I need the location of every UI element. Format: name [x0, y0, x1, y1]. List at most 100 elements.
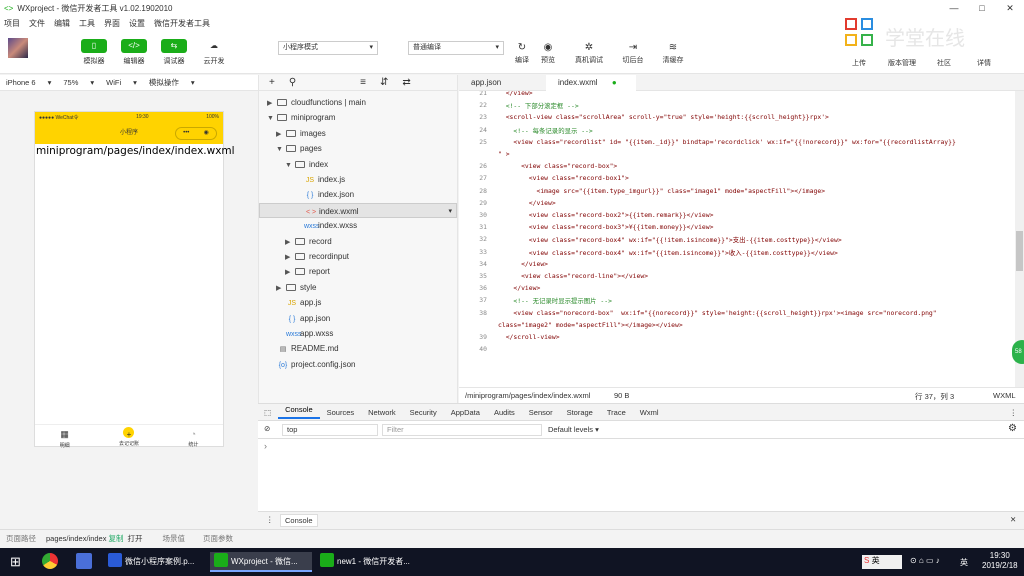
taskbar-item-new1[interactable]: new1 - 微信开发者... — [316, 552, 418, 572]
code-line[interactable]: </view> — [498, 284, 540, 292]
console-prompt[interactable]: › — [264, 441, 267, 451]
tree-item[interactable]: ▶ report — [285, 264, 330, 279]
filter-input[interactable]: Filter — [382, 424, 542, 436]
code-line[interactable]: <image src="{{item.type_imgurl}}" class=… — [498, 187, 825, 195]
tab-network[interactable]: Network — [361, 408, 403, 417]
network-select[interactable]: WiFi — [100, 78, 127, 87]
tab-wxml[interactable]: Wxml — [633, 408, 666, 417]
preview-button[interactable]: ◉ 预览 — [531, 41, 565, 65]
menu-file[interactable]: 文件 — [29, 18, 45, 29]
operation-select[interactable]: 模拟操作 — [143, 77, 185, 88]
code-line[interactable]: <!-- 每条记录的显示 --> — [498, 126, 592, 135]
code-editor[interactable]: 21 </view> 22 <!-- 下部分滚定框 --> 23 <scroll-v… — [459, 91, 1015, 387]
menu-settings[interactable]: 设置 — [129, 18, 145, 29]
code-line[interactable]: <!-- 无记录时显示提示图片 --> — [498, 296, 612, 305]
tree-arrow-icon[interactable]: ▶ — [285, 235, 295, 250]
zoom-select[interactable]: 75% — [57, 78, 84, 87]
drawer-tab-console[interactable]: Console — [280, 514, 318, 527]
tree-item[interactable]: ▤ README.md — [267, 341, 339, 356]
tab-console[interactable]: Console — [278, 405, 320, 419]
console-output[interactable]: › — [258, 439, 1024, 511]
search-icon[interactable]: ⚲ — [289, 77, 296, 88]
tab-trace[interactable]: Trace — [600, 408, 633, 417]
tree-item[interactable]: < > index.wxml — [259, 202, 457, 219]
code-line[interactable]: <view class="norecord-box" wx:if="{{nore… — [498, 309, 936, 317]
tree-item[interactable]: ▼ index — [285, 157, 328, 172]
cursor-position[interactable]: 行 37，列 3 — [915, 391, 954, 402]
code-line[interactable]: <view class="record-box1"> — [498, 174, 629, 182]
tab-sensor[interactable]: Sensor — [522, 408, 560, 417]
tree-arrow-icon[interactable]: ▶ — [285, 265, 295, 280]
tree-item[interactable]: ▶ images — [276, 126, 326, 141]
tree-item[interactable]: ▶ cloudfunctions | main — [267, 95, 366, 110]
menu-project[interactable]: 项目 — [4, 18, 20, 29]
sort-icon[interactable]: ⇵ — [380, 77, 388, 88]
device-select[interactable]: iPhone 6 — [0, 78, 42, 87]
list-icon[interactable]: ≡ — [360, 77, 366, 88]
tree-item[interactable]: { } index.json — [294, 187, 354, 202]
tray-ime[interactable]: 英 — [960, 557, 968, 568]
tree-item[interactable]: JS index.js — [294, 172, 345, 187]
add-icon[interactable]: + — [269, 77, 275, 88]
windows-start-icon[interactable]: ⊞ — [10, 554, 21, 570]
code-line[interactable]: <view class="record-box2">{{item.remark}… — [498, 211, 714, 219]
more-vert-icon[interactable]: ⋮ — [1003, 408, 1024, 417]
menu-edit[interactable]: 编辑 — [54, 18, 70, 29]
cloud-dev-button[interactable]: ☁ 云开发 — [194, 39, 234, 66]
code-line[interactable]: </view> — [498, 199, 556, 207]
minimize-button[interactable]: — — [940, 3, 968, 14]
menu-tools[interactable]: 工具 — [79, 18, 95, 29]
close-drawer-icon[interactable]: ✕ — [1010, 515, 1016, 524]
code-line[interactable]: </view> — [498, 260, 548, 268]
clear-console-icon[interactable]: ⊘ — [264, 424, 270, 433]
levels-select[interactable]: Default levels ▾ — [548, 425, 599, 434]
ime-indicator[interactable]: S 英 — [862, 555, 902, 569]
code-line[interactable]: </scroll-view> — [498, 333, 560, 341]
inspect-icon[interactable]: ⬚ — [258, 408, 278, 417]
tree-item[interactable]: {o} project.config.json — [267, 357, 356, 372]
code-line[interactable]: <view class="record-box4" wx:if="{{item.… — [498, 248, 838, 257]
tray-icons[interactable]: ⊙ ⌂ ▭ ♪ — [910, 556, 940, 565]
maximize-button[interactable]: □ — [968, 3, 996, 14]
tree-arrow-icon[interactable]: ▶ — [267, 96, 277, 111]
code-line[interactable]: </view> — [498, 91, 533, 97]
code-line[interactable]: <view class="record-box4" wx:if="{{!item… — [498, 235, 842, 244]
code-line[interactable]: class="image2" mode="aspectFill"></image… — [498, 321, 683, 329]
taskbar-item-wxproject[interactable]: WXproject - 微信... — [210, 552, 312, 572]
page-params[interactable]: 页面参数 — [203, 533, 233, 544]
phone-screen[interactable]: ●●●●● WeChat令 19:30 100% 小程序 ••• ◉ minip… — [34, 111, 235, 449]
tree-item[interactable]: wxssapp.wxss — [276, 326, 333, 341]
split-icon[interactable]: ⇄ — [402, 77, 410, 88]
tab-add-record[interactable]: + 去记记账 — [119, 425, 139, 447]
tree-item[interactable]: ▶ record — [285, 234, 332, 249]
remote-debug-button[interactable]: ✲ 真机调试 — [572, 41, 606, 65]
context-select[interactable]: top — [282, 424, 378, 436]
menu-devtools[interactable]: 微信开发者工具 — [154, 18, 210, 29]
tab-sources[interactable]: Sources — [320, 408, 362, 417]
tree-item[interactable]: JS app.js — [276, 295, 321, 310]
menu-view[interactable]: 界面 — [104, 18, 120, 29]
scroll-thumb[interactable] — [1016, 231, 1023, 271]
mode-select[interactable]: 小程序模式 — [278, 41, 378, 55]
gear-icon[interactable]: ⚙ — [1008, 423, 1017, 434]
compile-select[interactable]: 普通编译 — [408, 41, 504, 55]
tab-appdata[interactable]: AppData — [444, 408, 487, 417]
tree-arrow-icon[interactable]: ▶ — [285, 250, 295, 265]
tab-stats[interactable]: ◔ 统计 — [188, 425, 198, 448]
tree-arrow-icon[interactable]: ▶ — [276, 281, 286, 296]
open-link[interactable]: 打开 — [127, 533, 142, 544]
tab-audits[interactable]: Audits — [487, 408, 522, 417]
code-line[interactable]: <!-- 下部分滚定框 --> — [498, 101, 579, 110]
code-line[interactable]: <view class="record-box"> — [498, 162, 617, 170]
tab-index-wxml[interactable]: index.wxml ● — [546, 75, 636, 91]
more-icon[interactable]: ••• — [183, 127, 189, 140]
editor-button[interactable]: </> 编辑器 — [114, 39, 154, 66]
avatar[interactable] — [8, 38, 28, 58]
code-line[interactable]: <view class="record-line"></view> — [498, 272, 648, 280]
code-line[interactable]: <scroll-view class="scrollArea" scroll-y… — [498, 113, 829, 121]
tab-security[interactable]: Security — [403, 408, 444, 417]
tree-arrow-icon[interactable]: ▼ — [276, 142, 286, 157]
tree-arrow-icon[interactable]: ▶ — [276, 127, 286, 142]
tree-arrow-icon[interactable]: ▼ — [267, 111, 277, 126]
tab-app-json[interactable]: app.json — [459, 75, 545, 91]
